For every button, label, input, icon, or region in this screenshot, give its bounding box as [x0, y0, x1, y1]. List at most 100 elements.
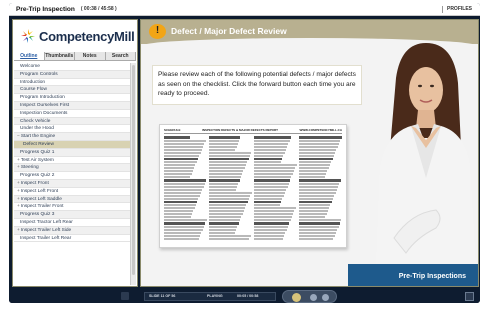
course-player: Pre-Trip Inspection ( 00:38 / 45:58 ) PR…	[9, 3, 480, 303]
document-header-center: INSPECTION DEFECTS & MAJOR DEFECTS REPOR…	[202, 128, 279, 132]
document-header-right: WWW.COMPETENCYMILL.CA	[299, 128, 343, 132]
scrollbar-thumb[interactable]	[132, 65, 135, 275]
warning-icon: !	[149, 24, 166, 39]
outline-section[interactable]: +Inspect Trailer Left Side	[14, 226, 130, 235]
competencymill-logo-icon	[21, 29, 35, 43]
outline-list: Welcome Program Controls Introduction Cours…	[14, 63, 130, 285]
outline-item-label: Inspect Trailer Front	[20, 204, 64, 210]
document-header: SCHEDULE INSPECTION DEFECTS & MAJOR DEFE…	[164, 128, 342, 134]
outline-item-label: Program Introduction	[20, 95, 65, 101]
outline-section[interactable]: +Test Air System	[14, 157, 130, 165]
expand-icon[interactable]: +	[17, 189, 20, 194]
expand-icon[interactable]: +	[17, 158, 20, 163]
slide-counter: SLIDE 11 OF 56	[149, 294, 176, 298]
tab-search[interactable]: Search	[105, 52, 136, 60]
player-controls: SLIDE 11 OF 56 PLAYING 00:05 / 00:58	[9, 290, 480, 303]
outline-item[interactable]: Progress Quiz 1	[14, 148, 130, 157]
outline-item-label: Progress Quiz 2	[20, 173, 55, 179]
outline-item-label: Course Flow	[20, 87, 47, 93]
course-title: Pre-Trip Inspection	[16, 5, 75, 13]
document-column	[164, 136, 207, 244]
slide-title: Defect / Major Defect Review	[171, 26, 287, 36]
outline-item-label: Inspect Ourselves First	[20, 102, 70, 108]
document-column	[209, 136, 252, 244]
title-bar: Pre-Trip Inspection ( 00:38 / 45:58 ) PR…	[9, 3, 480, 16]
outline-item[interactable]: Introduction	[14, 79, 130, 87]
instructions-box: Please review each of the following pote…	[152, 65, 362, 105]
outline-item-label: Inspect Left Saddle	[20, 196, 62, 202]
slide-stage: ! Defect / Major Defect Review Please re…	[140, 19, 479, 287]
outline-item-label: Inspect Front	[20, 180, 49, 186]
expand-icon[interactable]: +	[17, 165, 20, 170]
outline-item[interactable]: Inspection Documents	[14, 110, 130, 118]
outline-item-label: Introduction	[20, 79, 46, 85]
settings-icon[interactable]	[465, 292, 474, 301]
tab-thumbnails[interactable]: Thumbnails	[44, 52, 75, 60]
document-columns	[164, 136, 342, 244]
outline-item[interactable]: Progress Quiz 2	[14, 172, 130, 180]
banner-label: Pre-Trip Inspections	[398, 273, 466, 280]
sidebar-tabs: Outline Thumbnails Notes Search	[14, 52, 136, 61]
outline-item-label: Under the Hood	[20, 126, 54, 132]
document-header-left: SCHEDULE	[164, 128, 181, 132]
outline-item-label: Inspection Documents	[20, 110, 68, 116]
next-button[interactable]	[322, 294, 329, 301]
outline-item-label: Inspect Left Front	[20, 188, 59, 194]
outline-item[interactable]: Under the Hood	[14, 125, 130, 134]
divider	[442, 6, 443, 13]
previous-button[interactable]	[310, 294, 317, 301]
outline-item[interactable]: Progress Quiz 3	[14, 211, 130, 219]
outline-item-label: Progress Quiz 3	[20, 212, 55, 218]
outline-item-label: Inspect Trailer Left Rear	[20, 235, 72, 241]
outline-scrollbar[interactable]	[130, 63, 136, 285]
course-timer: ( 00:38 / 45:58 )	[80, 6, 117, 12]
outline-section[interactable]: +Inspect Left Front	[14, 188, 130, 196]
document-column	[299, 136, 342, 244]
outline-item-current[interactable]: Defect Review	[14, 140, 130, 149]
outline-item-label: Welcome	[20, 64, 40, 69]
expand-icon[interactable]: +	[17, 228, 20, 233]
outline-item-label: Progress Quiz 1	[20, 149, 55, 155]
outline-section[interactable]: +Inspect Front	[14, 179, 130, 188]
collapse-icon[interactable]: −	[17, 134, 20, 139]
playback-status: PLAYING	[207, 294, 223, 298]
outline-section[interactable]: +Inspect Left Saddle	[14, 195, 130, 204]
profiles-button[interactable]: PROFILES	[447, 6, 472, 12]
sidebar: CompetencyMill Outline Thumbnails Notes …	[12, 19, 138, 287]
outline-item[interactable]: Check Vehicle	[14, 117, 130, 126]
pause-button[interactable]	[292, 293, 301, 302]
playback-time: 00:05 / 00:58	[237, 294, 259, 298]
outline-item[interactable]: Welcome	[14, 63, 130, 71]
progress-bar[interactable]: SLIDE 11 OF 56 PLAYING 00:05 / 00:58	[144, 292, 276, 301]
tab-outline[interactable]: Outline	[14, 52, 45, 60]
slide-banner: Pre-Trip Inspections	[141, 264, 478, 286]
tab-notes[interactable]: Notes	[75, 52, 106, 60]
outline-item-label: Inspect Trailer Left Side	[20, 227, 72, 233]
expand-icon[interactable]: +	[17, 204, 20, 209]
expand-icon[interactable]: +	[17, 197, 20, 202]
outline-item-label: Steering	[20, 165, 39, 171]
outline-item-label: Test Air System	[20, 157, 54, 163]
checklist-document-image: SCHEDULE INSPECTION DEFECTS & MAJOR DEFE…	[159, 124, 347, 248]
outline-item-label: Defect Review	[23, 141, 54, 147]
outline-item[interactable]: Inspect Tractor Left Rear	[14, 219, 130, 227]
nav-controls	[282, 290, 337, 303]
expand-icon[interactable]: +	[17, 181, 20, 186]
outline-item[interactable]: Program Controls	[14, 70, 130, 79]
outline-item[interactable]: Inspect Trailer Left Rear	[14, 235, 130, 243]
outline-section[interactable]: +Steering	[14, 164, 130, 173]
outline-item[interactable]: Course Flow	[14, 86, 130, 95]
presenter-image	[376, 43, 476, 268]
outline-item[interactable]: Program Introduction	[14, 94, 130, 102]
outline-item-label: Check Vehicle	[20, 118, 51, 124]
outline-item-label: Program Controls	[20, 71, 58, 77]
outline-item-label: Start the Engine	[20, 134, 56, 140]
volume-icon[interactable]	[121, 292, 129, 300]
brand-logo: CompetencyMill	[13, 20, 137, 52]
outline-section[interactable]: +Inspect Trailer Front	[14, 203, 130, 212]
outline-item[interactable]: Inspect Ourselves First	[14, 101, 130, 110]
outline-item-label: Inspect Tractor Left Rear	[20, 219, 73, 225]
brand-name: CompetencyMill	[39, 28, 135, 44]
outline-section[interactable]: −Start the Engine	[14, 133, 130, 141]
document-column	[254, 136, 297, 244]
